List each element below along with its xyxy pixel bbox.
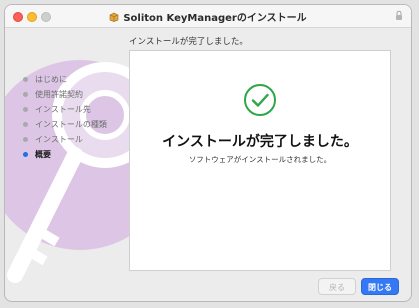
step-bullet: [23, 137, 28, 142]
checkmark-circle-icon: [244, 84, 276, 116]
back-button[interactable]: 戻る: [318, 278, 356, 295]
step-bullet-current: [23, 152, 28, 157]
lock-icon: [396, 10, 402, 20]
installer-window: Soliton KeyManagerのインストール インストールが完了しました。…: [4, 4, 412, 302]
step-bullet: [23, 122, 28, 127]
step-label: はじめに: [35, 75, 67, 84]
step-bullet: [23, 107, 28, 112]
content-panel: インストールが完了しました。 ソフトウェアがインストールされました。: [129, 50, 391, 271]
step-bullet: [23, 77, 28, 82]
step-label: インストール: [35, 135, 83, 144]
step-label: 使用許諾契約: [35, 90, 83, 99]
step-label: 概要: [35, 150, 51, 159]
step-installation: インストール: [23, 132, 107, 147]
close-button[interactable]: 閉じる: [361, 278, 399, 295]
completion-message: ソフトウェアがインストールされました。: [188, 155, 332, 164]
step-summary: 概要: [23, 147, 107, 162]
installer-package-icon: [110, 12, 119, 22]
step-installation-type: インストールの種類: [23, 117, 107, 132]
step-subtitle: インストールが完了しました。: [129, 37, 248, 47]
step-introduction: はじめに: [23, 72, 107, 87]
step-label: インストールの種類: [35, 120, 107, 129]
completion-headline: インストールが完了しました。: [162, 134, 358, 150]
step-bullet: [23, 92, 28, 97]
title-bar: Soliton KeyManagerのインストール: [5, 5, 411, 28]
installer-steps: はじめに 使用許諾契約 インストール先 インストールの種類 インストール 概要: [23, 72, 107, 162]
step-destination: インストール先: [23, 102, 107, 117]
window-title: Soliton KeyManagerのインストール: [123, 13, 307, 24]
step-license: 使用許諾契約: [23, 87, 107, 102]
step-label: インストール先: [35, 105, 91, 114]
window-title-wrap: Soliton KeyManagerのインストール: [5, 9, 411, 24]
